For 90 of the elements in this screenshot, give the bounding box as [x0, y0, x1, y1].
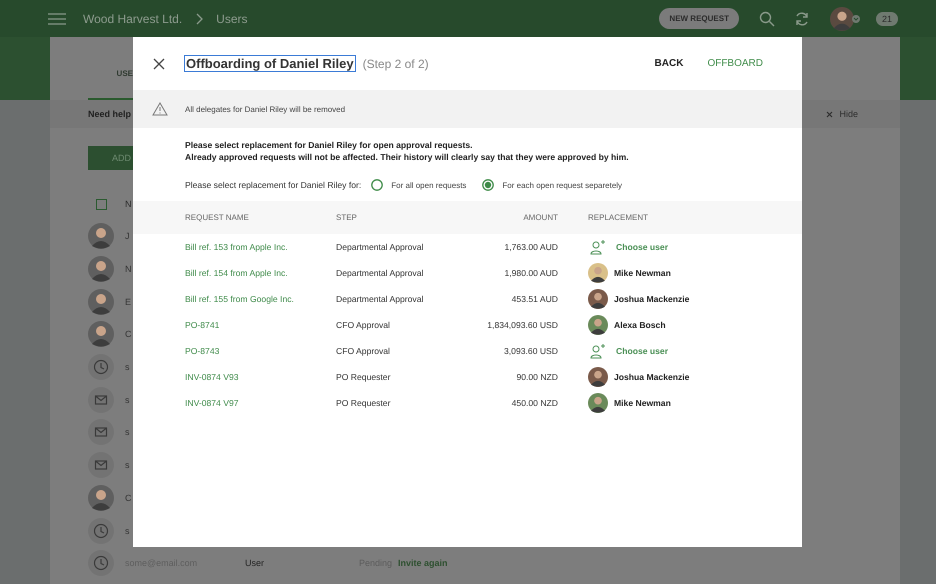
choose-user-button[interactable]: Choose user: [588, 343, 668, 359]
request-link[interactable]: INV-0874 V93: [185, 372, 239, 382]
user-text: s: [125, 394, 130, 405]
clock-icon: [88, 354, 114, 380]
close-icon[interactable]: [153, 58, 165, 70]
column-header: STEP: [336, 213, 357, 222]
close-icon: [826, 110, 834, 118]
column-header: REPLACEMENT: [588, 213, 648, 222]
step-text: (Step 2 of 2): [362, 56, 429, 70]
dialog-title: Offboarding of Daniel Riley: [185, 56, 355, 71]
profile-avatar-icon: [830, 6, 854, 30]
request-link[interactable]: Bill ref. 153 from Apple Inc.: [185, 242, 288, 252]
avatar-icon: [88, 288, 114, 315]
user-avatar-icon: [588, 289, 608, 309]
dropdown-icon[interactable]: [852, 14, 860, 22]
avatar-icon: [88, 321, 114, 348]
request-link[interactable]: PO-8741: [185, 320, 220, 330]
user-text: C: [125, 492, 132, 503]
user-text: N: [125, 264, 132, 274]
avatar-icon: [88, 256, 114, 282]
radio-option[interactable]: For all open requests: [371, 179, 466, 191]
chevron-icon: [196, 12, 204, 24]
user-text: s: [125, 526, 130, 536]
hide-button[interactable]: Hide: [826, 109, 858, 119]
amount-cell: 1,763.00 AUD: [504, 242, 558, 252]
user-avatar-icon: [588, 393, 608, 413]
user-name: Mike Newman: [614, 398, 671, 408]
user-text: s: [125, 427, 130, 438]
avatar-icon: [88, 484, 114, 511]
refresh-icon[interactable]: [794, 10, 810, 26]
request-link[interactable]: Bill ref. 154 from Apple Inc.: [185, 268, 288, 278]
intro-text: Please select replacement for Daniel Riley for open approval requests.: [185, 139, 474, 151]
step-cell: CFO Approval: [336, 346, 390, 356]
warning-text: All delegates for Daniel Riley will be removed: [185, 104, 346, 114]
amount-cell: 90.00 NZD: [516, 372, 558, 382]
invite-again-link[interactable]: Invite again: [398, 558, 448, 568]
choice-label: Please select replacement for Daniel Riley for:: [185, 180, 362, 190]
add-button[interactable]: ADD: [88, 146, 133, 170]
warning-icon: [152, 102, 168, 116]
amount-cell: 1,980.00 AUD: [504, 268, 558, 278]
offboard-button[interactable]: OFFBOARD: [707, 54, 763, 73]
user-text: s: [125, 460, 130, 470]
role-text: User: [245, 558, 266, 568]
user-name: Mike Newman: [614, 268, 671, 278]
mail-icon: [88, 386, 114, 413]
add-user-icon: [590, 239, 606, 255]
user-text: E: [125, 296, 132, 307]
step-cell: CFO Approval: [336, 320, 390, 330]
user-avatar-icon: [588, 367, 608, 387]
menu-icon[interactable]: [48, 12, 66, 24]
choose-user-button[interactable]: Choose user: [588, 239, 668, 255]
intro-text: Already approved requests will not be affected. Their history will clearly say that they were approved by him.: [185, 151, 630, 163]
request-link[interactable]: Bill ref. 155 from Google Inc.: [185, 294, 294, 304]
column-header: AMOUNT: [523, 213, 558, 222]
select-all-checkbox[interactable]: [96, 198, 107, 210]
radio-option[interactable]: For each open request separetely: [482, 179, 622, 191]
user-name: Joshua Mackenzie: [614, 372, 690, 382]
new-request-button[interactable]: NEW REQUEST: [659, 8, 739, 29]
user-text: C: [125, 329, 132, 340]
mail-icon: [88, 452, 114, 478]
avatar-icon: [88, 223, 114, 250]
clock-icon: [88, 550, 114, 576]
step-cell: Departmental Approval: [336, 242, 424, 252]
back-button[interactable]: BACK: [654, 54, 684, 73]
step-cell: Departmental Approval: [336, 294, 424, 304]
search-icon[interactable]: [758, 10, 775, 26]
request-link[interactable]: INV-0874 V97: [185, 398, 239, 408]
step-cell: PO Requester: [336, 398, 390, 408]
user-avatar-icon: [588, 315, 608, 335]
help-text: Need help: [88, 109, 132, 119]
user-name: Joshua Mackenzie: [614, 294, 690, 304]
user-text: s: [125, 362, 130, 372]
notification-badge[interactable]: 21: [876, 12, 898, 26]
amount-cell: 3,093.60 USD: [504, 346, 558, 356]
user-name: Alexa Bosch: [614, 320, 666, 330]
request-link[interactable]: PO-8743: [185, 346, 220, 356]
page-title: Users: [216, 12, 248, 26]
breadcrumb-link[interactable]: Wood Harvest Ltd.: [83, 12, 182, 26]
add-user-icon: [590, 343, 606, 359]
amount-cell: 453.51 AUD: [512, 294, 558, 304]
amount-cell: 1,834,093.60 USD: [487, 320, 558, 330]
step-cell: Departmental Approval: [336, 268, 424, 278]
user-text: J: [125, 231, 130, 242]
column-header: REQUEST NAME: [185, 213, 249, 222]
amount-cell: 450.00 NZD: [512, 398, 558, 408]
clock-icon: [88, 518, 114, 544]
mail-icon: [88, 419, 114, 446]
column-header: N: [125, 199, 132, 209]
step-cell: PO Requester: [336, 372, 390, 382]
user-avatar-icon: [588, 263, 608, 283]
